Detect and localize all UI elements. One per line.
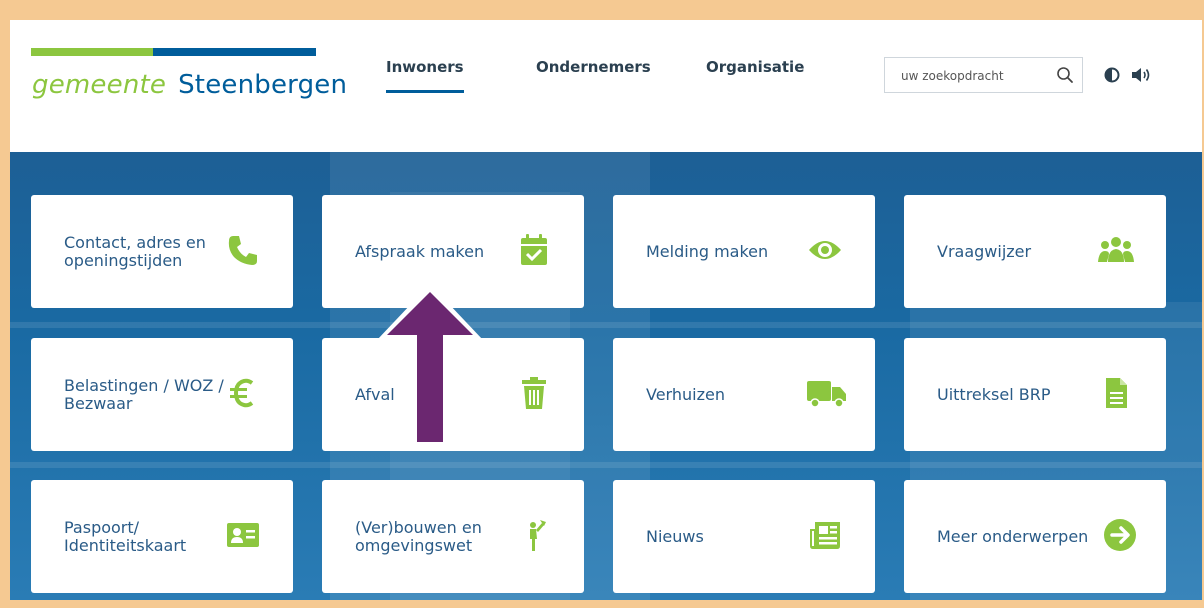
tile-label: (Ver)bouwen en omgevingswet (355, 517, 482, 555)
tile-meer-onderwerpen[interactable]: Meer onderwerpen (904, 480, 1166, 593)
site-logo[interactable]: gemeente Steenbergen (32, 70, 347, 100)
logo-name: Steenbergen (178, 70, 348, 100)
tile-label: Belastingen / WOZ / Bezwaar (64, 375, 224, 413)
tile-paspoort[interactable]: Paspoort/ Identiteitskaart (31, 480, 293, 593)
contrast-icon[interactable] (1104, 67, 1120, 83)
nav-item-ondernemers[interactable]: Ondernemers (536, 58, 651, 90)
tile-nieuws[interactable]: Nieuws (613, 480, 875, 593)
tile-label: Meer onderwerpen (937, 526, 1089, 546)
document-icon (1106, 378, 1127, 408)
tile-uittreksel[interactable]: Uittreksel BRP (904, 338, 1166, 451)
id-card-icon (227, 523, 259, 547)
tile-verbouwen[interactable]: (Ver)bouwen en omgevingswet (322, 480, 584, 593)
hero-banner: Contact, adres en openingstijden Afspraa… (10, 152, 1202, 600)
logo-bar-green (31, 48, 153, 56)
tile-vraagwijzer[interactable]: Vraagwijzer (904, 195, 1166, 308)
calendar-check-icon (521, 234, 547, 265)
tile-label: Uittreksel BRP (937, 384, 1051, 404)
site-header: gemeente Steenbergen Inwoners Ondernemers… (10, 20, 1202, 152)
search-box (884, 57, 1083, 93)
users-icon (1098, 237, 1134, 262)
tile-melding[interactable]: Melding maken (613, 195, 875, 308)
search-icon[interactable] (1056, 66, 1074, 84)
tile-belastingen[interactable]: Belastingen / WOZ / Bezwaar (31, 338, 293, 451)
tile-contact[interactable]: Contact, adres en openingstijden (31, 195, 293, 308)
trash-icon (522, 377, 546, 409)
tile-verhuizen[interactable]: Verhuizen (613, 338, 875, 451)
logo-bar-blue (153, 48, 316, 56)
arrow-right-circle-icon (1104, 519, 1136, 551)
eye-icon (809, 241, 841, 259)
tile-label: Melding maken (646, 241, 769, 261)
tile-label: Nieuws (646, 526, 704, 546)
construction-worker-icon (530, 520, 546, 551)
browser-viewport: gemeente Steenbergen Inwoners Ondernemers… (10, 20, 1202, 600)
arrow-up-icon (377, 284, 483, 450)
newspaper-icon (810, 522, 840, 549)
tile-label: Verhuizen (646, 384, 725, 404)
phone-icon (228, 236, 257, 265)
search-input[interactable] (899, 66, 1053, 86)
nav-item-inwoners[interactable]: Inwoners (386, 58, 464, 93)
truck-icon (807, 381, 846, 408)
logo-prefix: gemeente (32, 70, 167, 100)
tile-label: Paspoort/ Identiteitskaart (64, 517, 187, 555)
nav-item-organisatie[interactable]: Organisatie (706, 58, 804, 90)
tile-label: Contact, adres en openingstijden (64, 232, 206, 270)
euro-icon (230, 378, 254, 408)
tile-label: Vraagwijzer (937, 241, 1032, 261)
speaker-icon[interactable] (1130, 66, 1152, 84)
